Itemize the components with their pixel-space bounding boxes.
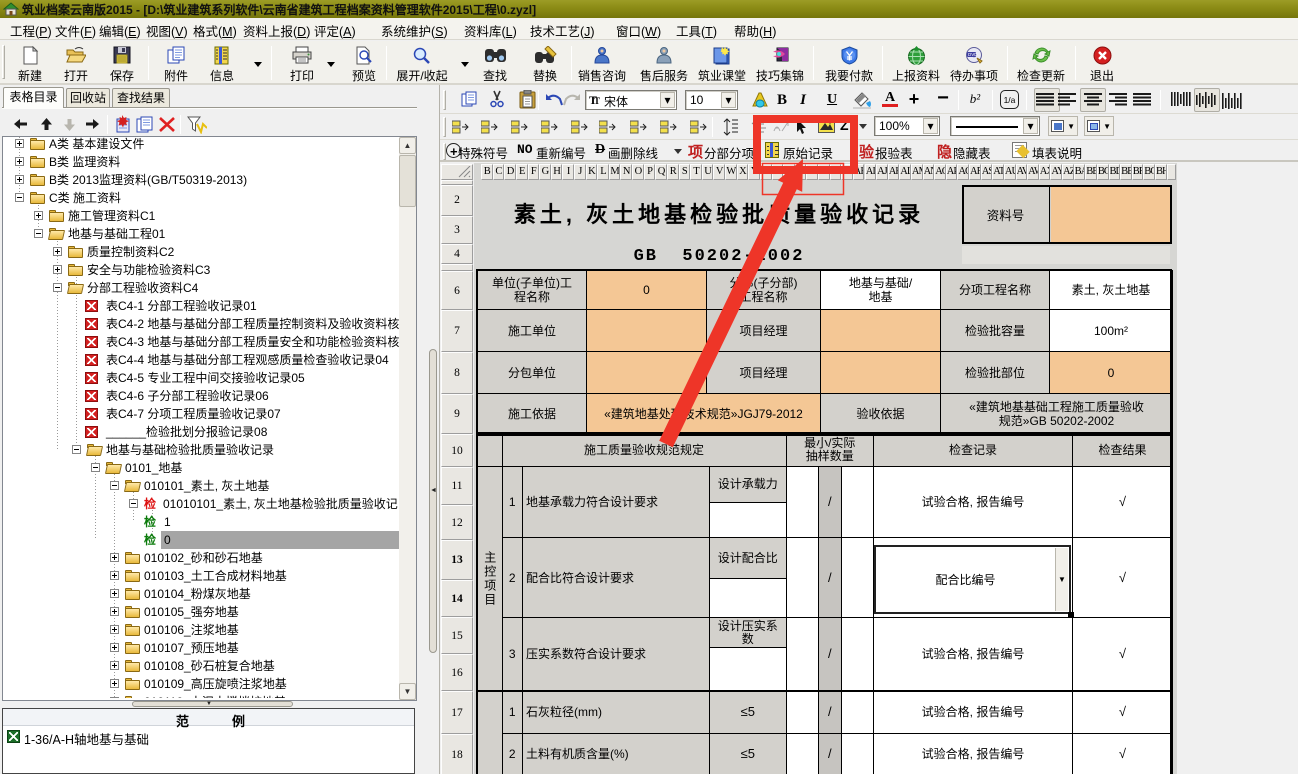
svg-text:DVD: DVD [968,52,978,57]
